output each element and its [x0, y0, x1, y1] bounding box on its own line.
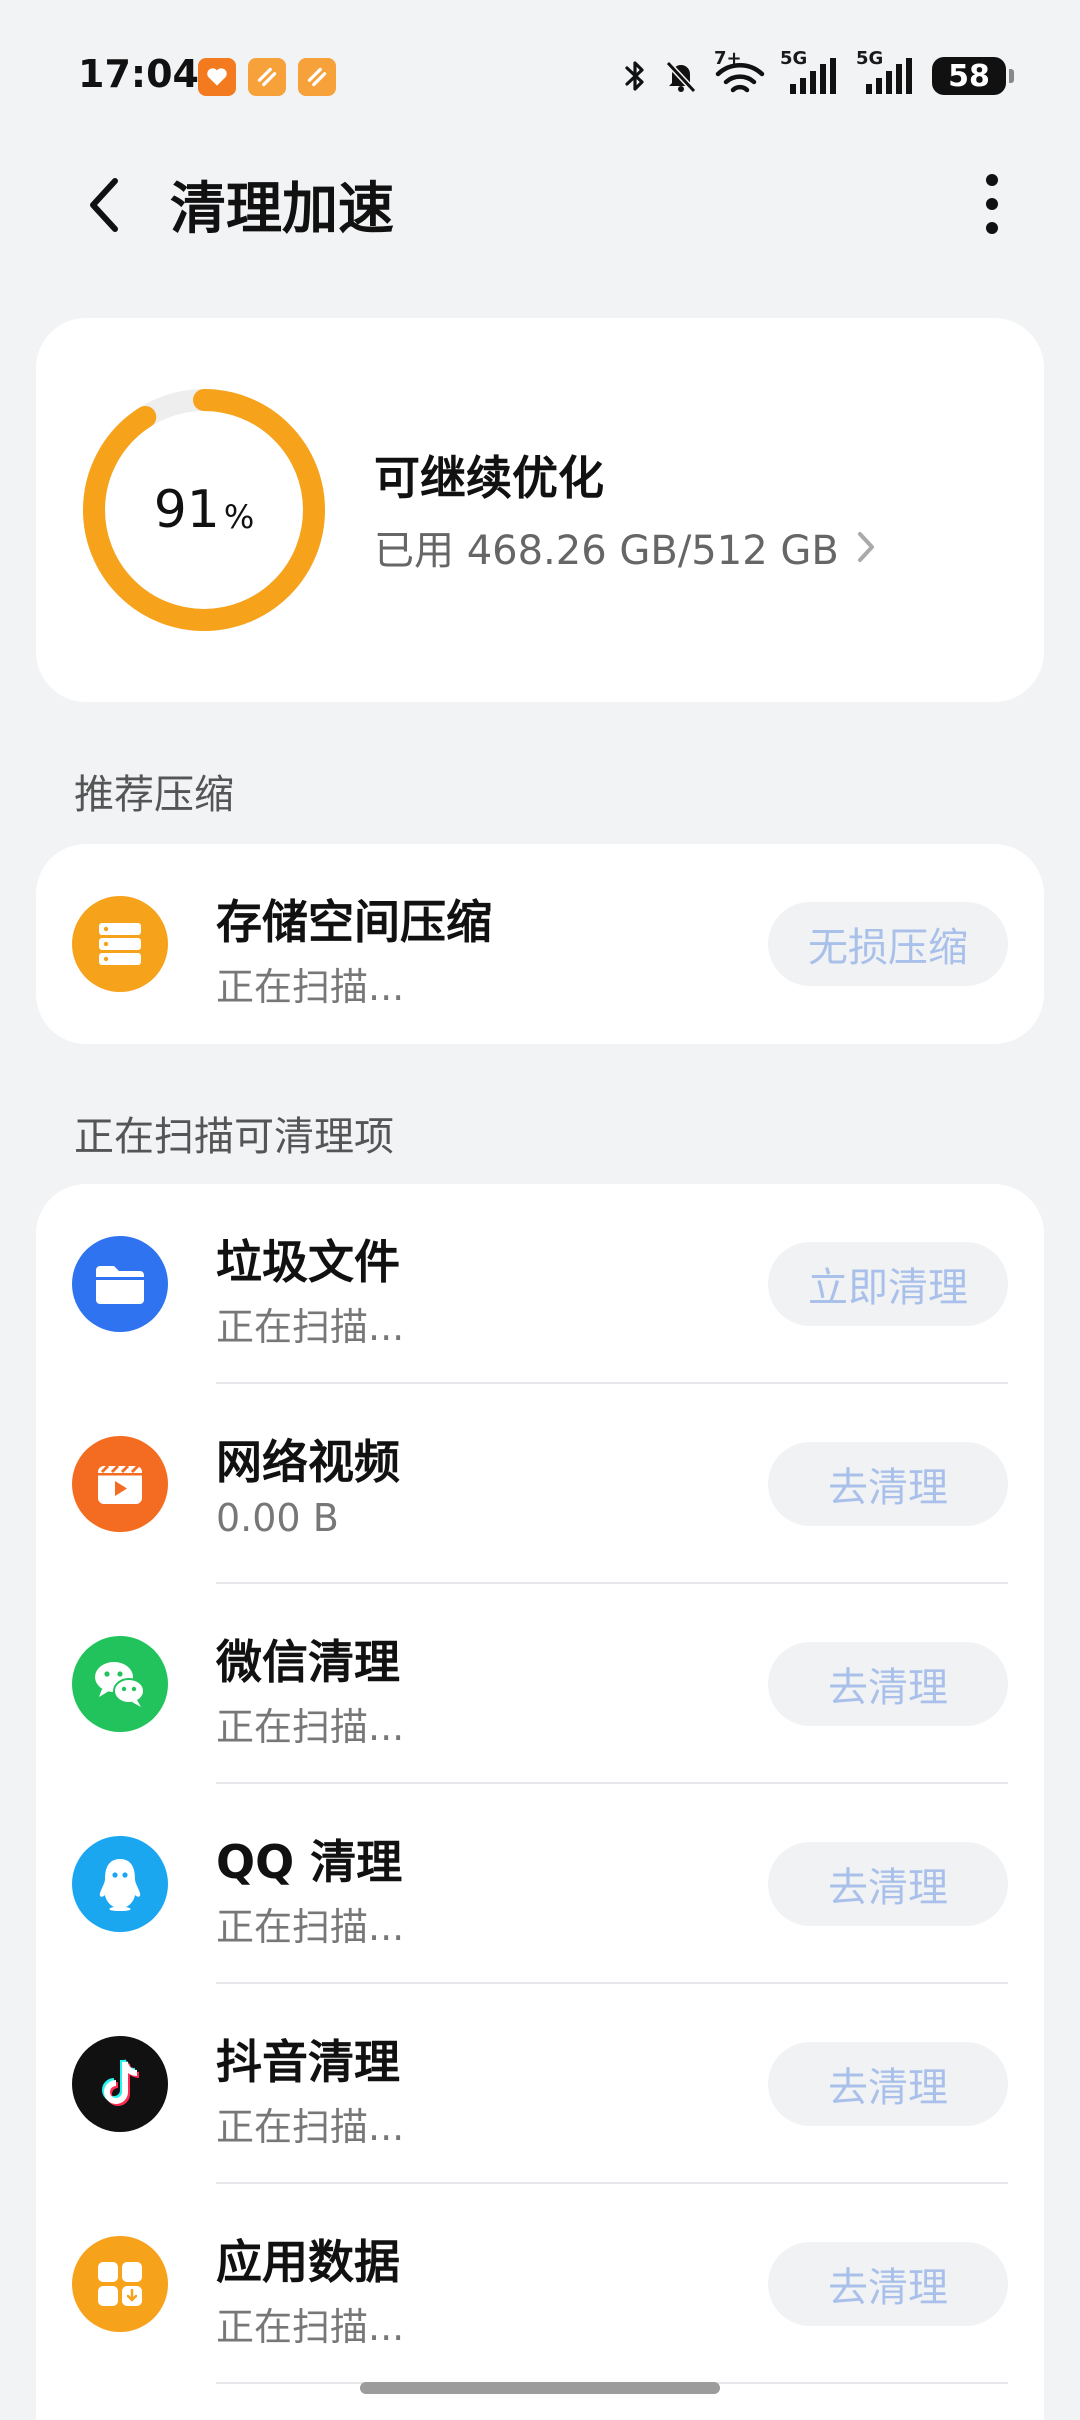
list-item-title: 网络视频 [216, 1435, 400, 1489]
list-item-title: QQ 清理 [216, 1835, 403, 1889]
go-clean-button[interactable]: 去清理 [768, 2042, 1008, 2126]
more-options-button[interactable] [962, 166, 1022, 242]
status-bar: 17:04 7+ 5G 5G 58 [0, 0, 1080, 150]
list-item-title: 垃圾文件 [216, 1235, 400, 1289]
battery-level: 58 [948, 58, 990, 94]
apps-icon [72, 2236, 168, 2332]
section-header-recommend: 推荐压缩 [74, 772, 234, 818]
list-item-douyin-clean[interactable]: 抖音清理 正在扫描... 去清理 [36, 1984, 1044, 2184]
storage-used-link[interactable]: 已用 468.26 GB/512 GB [374, 518, 877, 576]
video-icon [72, 1436, 168, 1532]
list-item-storage-compress[interactable]: 存储空间压缩 正在扫描... 无损压缩 [36, 844, 1044, 1044]
list-item-junk-files[interactable]: 垃圾文件 正在扫描... 立即清理 [36, 1184, 1044, 1384]
storage-status: 可继续优化 [374, 451, 604, 505]
go-clean-button[interactable]: 去清理 [768, 1442, 1008, 1526]
notification-app-icon [248, 58, 286, 96]
battery-icon: 58 [932, 57, 1014, 95]
go-clean-button[interactable]: 去清理 [768, 1642, 1008, 1726]
lossless-compress-button[interactable]: 无损压缩 [768, 902, 1008, 986]
list-item-subtitle: 正在扫描... [216, 2305, 405, 2349]
list-item-subtitle: 正在扫描... [216, 965, 405, 1009]
go-clean-button[interactable]: 去清理 [768, 1842, 1008, 1926]
usage-percent-unit: % [223, 498, 255, 536]
clean-items-card: 垃圾文件 正在扫描... 立即清理 网络视频 0.00 B 去清理 微信清理 正… [36, 1184, 1044, 2420]
folder-icon [72, 1236, 168, 1332]
status-icons: 7+ 5G 5G 58 [622, 48, 1014, 100]
more-vertical-icon [986, 174, 998, 234]
go-clean-button[interactable]: 去清理 [768, 2242, 1008, 2326]
list-item-title: 抖音清理 [216, 2035, 400, 2089]
compress-card: 存储空间压缩 正在扫描... 无损压缩 [36, 844, 1044, 1044]
notification-app-icon [198, 58, 236, 96]
signal-icon: 5G [780, 48, 842, 98]
list-item-app-data[interactable]: 应用数据 正在扫描... 去清理 [36, 2184, 1044, 2384]
list-item-wechat-clean[interactable]: 微信清理 正在扫描... 去清理 [36, 1584, 1044, 1784]
signal-icon: 5G [856, 48, 918, 98]
qq-icon [72, 1836, 168, 1932]
clean-now-button[interactable]: 立即清理 [768, 1242, 1008, 1326]
list-item-subtitle: 正在扫描... [216, 1905, 405, 1949]
list-item-title: 应用数据 [216, 2235, 400, 2289]
tiktok-icon [72, 2036, 168, 2132]
list-item-title: 微信清理 [216, 1635, 400, 1689]
usage-percent: 91 [153, 480, 220, 540]
app-bar: 清理加速 [0, 150, 1080, 250]
list-item-subtitle: 0.00 B [216, 1496, 339, 1540]
status-time: 17:04 [78, 52, 199, 96]
storage-compress-icon [72, 896, 168, 992]
list-item-online-video[interactable]: 网络视频 0.00 B 去清理 [36, 1384, 1044, 1584]
wechat-icon [72, 1636, 168, 1732]
list-item-subtitle: 正在扫描... [216, 1305, 405, 1349]
back-arrow-icon [90, 178, 118, 232]
storage-usage-ring: 91 % [82, 388, 326, 632]
mute-bell-icon [665, 60, 697, 94]
bluetooth-icon [625, 61, 644, 91]
storage-used-text: 已用 468.26 GB/512 GB [374, 528, 839, 574]
storage-summary-card[interactable]: 91 % 可继续优化 已用 468.26 GB/512 GB [36, 318, 1044, 702]
back-button[interactable] [70, 170, 140, 240]
section-header-scanning: 正在扫描可清理项 [74, 1114, 394, 1160]
chevron-right-icon [857, 532, 874, 562]
list-item-qq-clean[interactable]: QQ 清理 正在扫描... 去清理 [36, 1784, 1044, 1984]
list-item-subtitle: 正在扫描... [216, 2105, 405, 2149]
list-item-subtitle: 正在扫描... [216, 1705, 405, 1749]
home-indicator[interactable] [360, 2382, 720, 2394]
wifi-icon: 7+ [714, 48, 766, 98]
notification-app-icon [298, 58, 336, 96]
list-item-title: 存储空间压缩 [216, 895, 492, 949]
page-title: 清理加速 [170, 177, 394, 242]
